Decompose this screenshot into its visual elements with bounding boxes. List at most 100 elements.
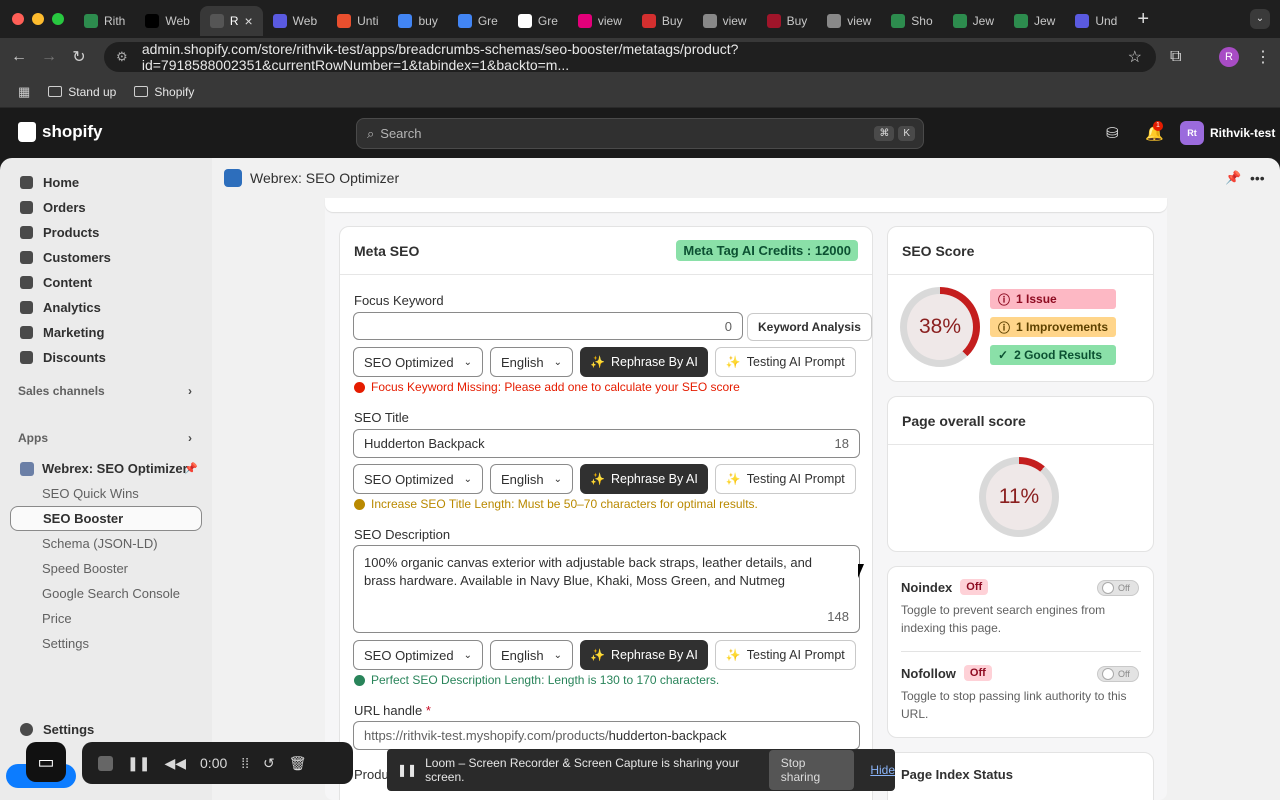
browser-tab[interactable]: Sho: [881, 6, 942, 36]
sidebar-app-webrex[interactable]: Webrex: SEO Optimizer 📌: [0, 456, 212, 481]
profile-avatar[interactable]: R: [1219, 47, 1239, 67]
browser-tab[interactable]: Gre: [448, 6, 508, 36]
keyword-analysis-button[interactable]: Keyword Analysis: [747, 313, 872, 341]
warning-dot-icon: [354, 498, 365, 510]
mode-select[interactable]: SEO Optimized ⌄: [353, 640, 483, 670]
sidebar-item-analytics[interactable]: Analytics: [0, 295, 212, 320]
sidebar-item-app-settings[interactable]: Settings: [0, 631, 212, 656]
browser-tab[interactable]: view: [693, 6, 757, 36]
bookmark-stand-up[interactable]: Stand up: [48, 85, 116, 99]
browser-tab[interactable]: Und: [1065, 6, 1127, 36]
shopify-logo[interactable]: shopify: [18, 122, 102, 142]
rephrase-ai-button[interactable]: ✨ Rephrase By AI: [580, 347, 708, 377]
browser-tab[interactable]: Jew: [943, 6, 1004, 36]
browser-tab[interactable]: Rith: [74, 6, 135, 36]
browser-tab[interactable]: Web: [135, 6, 199, 36]
hide-link[interactable]: Hide: [870, 763, 895, 777]
language-select[interactable]: English ⌄: [489, 640, 574, 670]
forward-icon[interactable]: →: [34, 48, 64, 66]
sidebar-item-products[interactable]: Products: [0, 220, 212, 245]
restart-icon[interactable]: ↺: [263, 755, 275, 772]
sidebar-item-settings[interactable]: Settings: [20, 722, 94, 737]
store-menu[interactable]: Rt Rithvik-test: [1180, 121, 1275, 145]
seo-description-textarea[interactable]: 100% organic canvas exterior with adjust…: [353, 545, 860, 633]
url-handle-input[interactable]: https://rithvik-test.myshopify.com/produ…: [353, 721, 860, 750]
browser-tab[interactable]: view: [817, 6, 881, 36]
browser-tab[interactable]: Jew: [1004, 6, 1065, 36]
sidebar-item-marketing[interactable]: Marketing: [0, 320, 212, 345]
rewind-icon[interactable]: ◀◀: [164, 755, 186, 772]
rephrase-ai-button[interactable]: ✨ Rephrase By AI: [580, 464, 708, 494]
good-results-pill[interactable]: ✓ 2 Good Results: [990, 345, 1116, 365]
admin-search-input[interactable]: ⌕ Search ⌘ K: [356, 118, 924, 149]
reload-icon[interactable]: ↻: [64, 47, 94, 67]
browser-menu-icon[interactable]: ⋮: [1255, 47, 1271, 67]
new-tab-button[interactable]: +: [1127, 8, 1159, 31]
sales-channels-section[interactable]: Sales channels ›: [18, 384, 192, 398]
sidebar-item-orders[interactable]: Orders: [0, 195, 212, 220]
issues-pill[interactable]: ⓘ 1 Issue: [990, 289, 1116, 309]
testing-ai-prompt-button[interactable]: ✨ Testing AI Prompt: [714, 640, 856, 670]
sidebar-item-home[interactable]: Home: [0, 170, 212, 195]
bookmark-star-icon[interactable]: ☆: [1128, 47, 1142, 67]
pin-icon[interactable]: 📌: [1225, 170, 1241, 186]
sidebar-item-seo-quick-wins[interactable]: SEO Quick Wins: [0, 481, 212, 506]
maximize-window-button[interactable]: [52, 13, 64, 25]
store-icon[interactable]: ⛁: [1106, 124, 1119, 142]
seo-title-message: Increase SEO Title Length: Must be 50–70…: [354, 497, 758, 511]
browser-tab[interactable]: R ×: [199, 6, 263, 36]
testing-ai-prompt-button[interactable]: ✨ Testing AI Prompt: [714, 464, 856, 494]
url-handle-label: URL handle *: [354, 703, 431, 718]
grid-icon[interactable]: ⁞⁞: [241, 755, 249, 771]
url-field[interactable]: ⚙ admin.shopify.com/store/rithvik-test/a…: [104, 41, 1156, 73]
mode-select[interactable]: SEO Optimized ⌄: [353, 347, 483, 377]
stop-sharing-button[interactable]: Stop sharing: [768, 750, 855, 790]
apps-section[interactable]: Apps ›: [18, 431, 192, 445]
tab-label: Buy: [786, 14, 808, 28]
meta-seo-title: Meta SEO: [354, 242, 420, 259]
sidebar-item-customers[interactable]: Customers: [0, 245, 212, 270]
stop-icon[interactable]: [98, 755, 113, 771]
sidebar-item-schema[interactable]: Schema (JSON-LD): [0, 531, 212, 556]
loom-camera-button[interactable]: ▭: [26, 742, 66, 782]
bookmark-shopify[interactable]: Shopify: [134, 85, 194, 99]
browser-tab[interactable]: Unti: [327, 6, 388, 36]
sidebar-item-seo-booster[interactable]: SEO Booster: [10, 506, 202, 531]
pin-icon[interactable]: 📌: [184, 462, 198, 475]
seo-title-input[interactable]: Hudderton Backpack 18: [353, 429, 860, 458]
tab-search-icon[interactable]: ⌄: [1250, 9, 1270, 29]
close-window-button[interactable]: [12, 13, 24, 25]
browser-tab[interactable]: view: [568, 6, 632, 36]
language-select[interactable]: English ⌄: [489, 464, 574, 494]
rephrase-ai-button[interactable]: ✨ Rephrase By AI: [580, 640, 708, 670]
pause-icon[interactable]: ❚❚: [127, 755, 150, 772]
language-select[interactable]: English ⌄: [489, 347, 574, 377]
minimize-window-button[interactable]: [32, 13, 44, 25]
nofollow-toggle[interactable]: Off: [1097, 666, 1139, 682]
browser-tab[interactable]: Buy: [757, 6, 818, 36]
browser-tab[interactable]: Gre: [508, 6, 568, 36]
mode-select[interactable]: SEO Optimized ⌄: [353, 464, 483, 494]
close-tab-icon[interactable]: ×: [244, 13, 252, 29]
apps-grid-icon[interactable]: ▦: [18, 84, 30, 100]
sidebar-item-discounts[interactable]: Discounts: [0, 345, 212, 370]
tab-favicon-icon: [702, 14, 717, 28]
noindex-toggle[interactable]: Off: [1097, 580, 1139, 596]
sidebar-item-speed-booster[interactable]: Speed Booster: [0, 556, 212, 581]
back-icon[interactable]: ←: [4, 48, 34, 66]
more-options-icon[interactable]: •••: [1250, 170, 1265, 186]
browser-tab[interactable]: Web: [263, 6, 327, 36]
customers-icon: [20, 251, 33, 264]
sidebar-item-content[interactable]: Content: [0, 270, 212, 295]
testing-ai-prompt-button[interactable]: ✨ Testing AI Prompt: [714, 347, 856, 377]
browser-tab[interactable]: buy: [388, 6, 447, 36]
sidebar-item-price[interactable]: Price: [0, 606, 212, 631]
extensions-icon[interactable]: ⧉: [1170, 48, 1181, 66]
improvements-pill[interactable]: ⓘ 1 Improvements: [990, 317, 1116, 337]
sidebar-item-google-search-console[interactable]: Google Search Console: [0, 581, 212, 606]
magic-wand-icon: ✨: [590, 472, 605, 486]
trash-icon[interactable]: 🗑: [289, 755, 307, 772]
focus-keyword-input[interactable]: 0: [353, 312, 743, 340]
site-settings-icon[interactable]: ⚙: [116, 49, 132, 65]
browser-tab[interactable]: Buy: [632, 6, 693, 36]
